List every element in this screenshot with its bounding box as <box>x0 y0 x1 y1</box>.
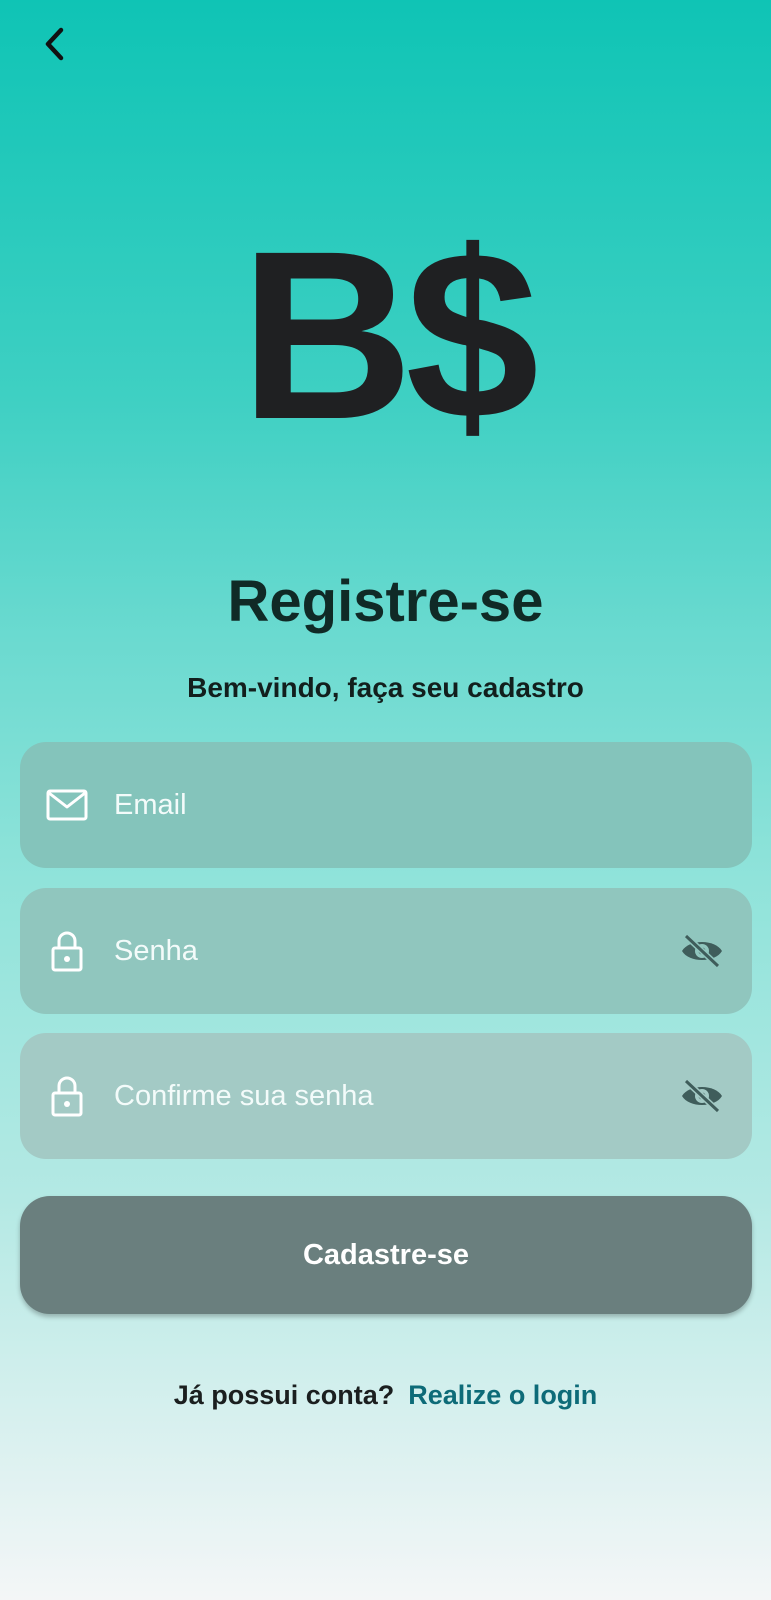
eye-off-icon[interactable] <box>678 1072 726 1120</box>
mail-icon <box>46 784 88 826</box>
login-link[interactable]: Realize o login <box>408 1380 597 1410</box>
login-question: Já possui conta? <box>173 1380 395 1410</box>
lock-icon <box>46 1075 88 1117</box>
app-logo: B$ <box>240 201 539 469</box>
email-placeholder: Email <box>114 788 187 821</box>
eye-off-icon[interactable] <box>678 927 726 975</box>
email-field[interactable]: Email <box>20 742 752 868</box>
login-prompt: Já possui conta? Realize o login <box>0 1380 771 1411</box>
password-placeholder: Senha <box>114 934 198 967</box>
confirm-password-field[interactable]: Confirme sua senha <box>20 1033 752 1159</box>
page-title: Registre-se <box>227 569 544 634</box>
back-button[interactable] <box>30 22 78 70</box>
confirm-password-placeholder: Confirme sua senha <box>114 1079 374 1112</box>
password-field[interactable]: Senha <box>20 888 752 1014</box>
lock-icon <box>46 930 88 972</box>
chevron-left-icon <box>39 26 69 67</box>
page-subtitle: Bem-vindo, faça seu cadastro <box>187 672 584 703</box>
register-button[interactable]: Cadastre-se <box>20 1196 752 1314</box>
